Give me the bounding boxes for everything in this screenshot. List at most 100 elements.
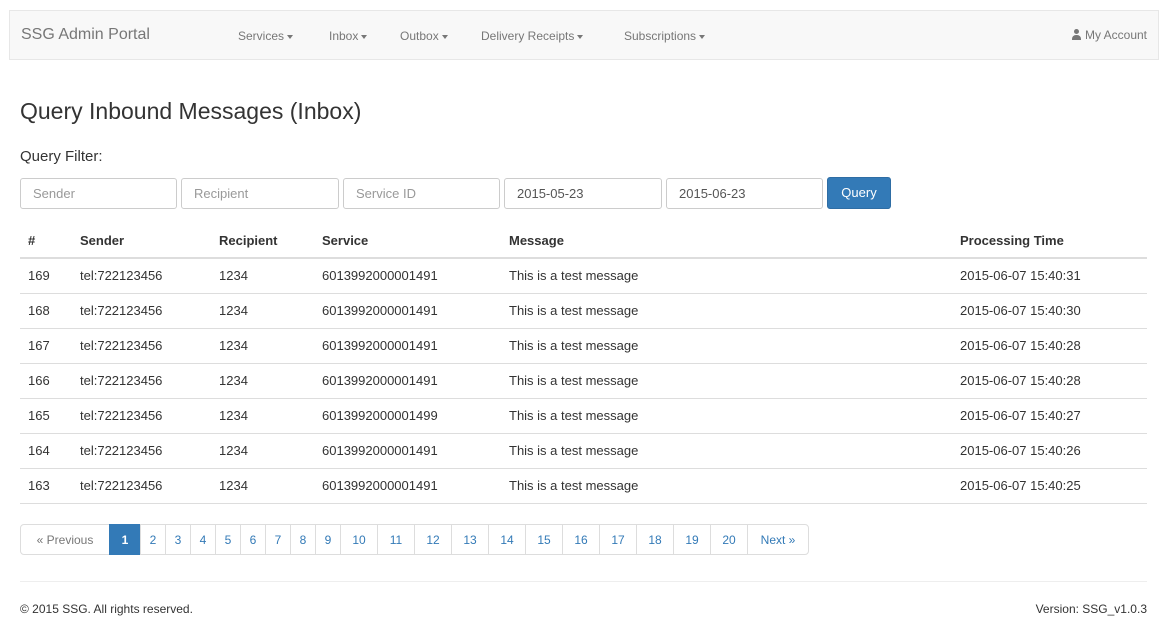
- nav-outbox-dropdown[interactable]: Outbox: [400, 29, 448, 43]
- page-5-button[interactable]: 5: [215, 524, 241, 555]
- caret-down-icon: [699, 34, 706, 39]
- cell-number: 165: [28, 408, 50, 423]
- cell-message: This is a test message: [509, 268, 639, 283]
- cell-recipient: 1234: [219, 338, 248, 353]
- cell-recipient: 1234: [219, 268, 248, 283]
- page-2-button[interactable]: 2: [140, 524, 166, 555]
- page-14-button[interactable]: 14: [488, 524, 526, 555]
- cell-sender: tel:722123456: [80, 408, 163, 423]
- cell-sender: tel:722123456: [80, 443, 163, 458]
- caret-down-icon: [577, 34, 584, 39]
- cell-processing-time: 2015-06-07 15:40:26: [960, 443, 1081, 458]
- cell-processing-time: 2015-06-07 15:40:31: [960, 268, 1081, 283]
- query-button[interactable]: Query: [827, 177, 891, 209]
- my-account-link[interactable]: My Account: [1071, 28, 1147, 42]
- cell-service: 6013992000001491: [322, 443, 438, 458]
- cell-processing-time: 2015-06-07 15:40:28: [960, 338, 1081, 353]
- cell-recipient: 1234: [219, 408, 248, 423]
- nav-inbox-label: Inbox: [329, 29, 359, 43]
- page-19-button[interactable]: 19: [673, 524, 711, 555]
- nav-subscriptions-dropdown[interactable]: Subscriptions: [624, 29, 706, 43]
- cell-recipient: 1234: [219, 443, 248, 458]
- nav-delivery-receipts-dropdown[interactable]: Delivery Receipts: [481, 29, 584, 43]
- page-4-button[interactable]: 4: [190, 524, 216, 555]
- page-7-button[interactable]: 7: [265, 524, 291, 555]
- footer-divider: [20, 581, 1147, 582]
- cell-message: This is a test message: [509, 443, 639, 458]
- page-12-button[interactable]: 12: [414, 524, 452, 555]
- recipient-input[interactable]: [181, 178, 339, 209]
- cell-service: 6013992000001491: [322, 268, 438, 283]
- page-13-button[interactable]: 13: [451, 524, 489, 555]
- cell-message: This is a test message: [509, 303, 639, 318]
- cell-recipient: 1234: [219, 373, 248, 388]
- page-20-button[interactable]: 20: [710, 524, 748, 555]
- cell-service: 6013992000001491: [322, 478, 438, 493]
- previous-page-button[interactable]: « Previous: [20, 524, 110, 555]
- query-filter-label: Query Filter:: [20, 148, 103, 165]
- cell-number: 168: [28, 303, 50, 318]
- cell-sender: tel:722123456: [80, 373, 163, 388]
- next-page-button[interactable]: Next »: [747, 524, 809, 555]
- nav-delivery-receipts-label: Delivery Receipts: [481, 29, 575, 43]
- cell-recipient: 1234: [219, 303, 248, 318]
- header-recipient: Recipient: [219, 233, 278, 248]
- sender-input[interactable]: [20, 178, 177, 209]
- nav-outbox-label: Outbox: [400, 29, 439, 43]
- page-18-button[interactable]: 18: [636, 524, 674, 555]
- version-text: Version: SSG_v1.0.3: [1035, 602, 1147, 616]
- page-3-button[interactable]: 3: [165, 524, 191, 555]
- nav-services-label: Services: [238, 29, 285, 43]
- cell-number: 164: [28, 443, 50, 458]
- cell-recipient: 1234: [219, 478, 248, 493]
- table-row: 168 tel:722123456 1234 6013992000001491 This…: [20, 294, 1147, 329]
- page-6-button[interactable]: 6: [240, 524, 266, 555]
- table-row: 166 tel:722123456 1234 6013992000001491 This…: [20, 364, 1147, 399]
- cell-message: This is a test message: [509, 408, 639, 423]
- top-navbar: SSG Admin Portal Services Inbox Outbox D…: [9, 10, 1159, 60]
- cell-service: 6013992000001491: [322, 303, 438, 318]
- nav-inbox-dropdown[interactable]: Inbox: [329, 29, 368, 43]
- copyright-text: © 2015 SSG. All rights reserved.: [20, 602, 193, 616]
- page-1-button[interactable]: 1: [109, 524, 141, 555]
- service-id-input[interactable]: [343, 178, 500, 209]
- cell-message: This is a test message: [509, 478, 639, 493]
- cell-service: 6013992000001491: [322, 338, 438, 353]
- caret-down-icon: [361, 34, 368, 39]
- end-date-input[interactable]: [666, 178, 823, 209]
- page-8-button[interactable]: 8: [290, 524, 316, 555]
- header-message: Message: [509, 233, 564, 248]
- page-17-button[interactable]: 17: [599, 524, 637, 555]
- cell-sender: tel:722123456: [80, 478, 163, 493]
- table-row: 164 tel:722123456 1234 6013992000001491 This…: [20, 434, 1147, 469]
- page-9-button[interactable]: 9: [315, 524, 341, 555]
- header-service: Service: [322, 233, 369, 248]
- user-icon: [1071, 29, 1082, 40]
- page-16-button[interactable]: 16: [562, 524, 600, 555]
- header-number: #: [28, 233, 36, 248]
- cell-message: This is a test message: [509, 373, 639, 388]
- cell-processing-time: 2015-06-07 15:40:27: [960, 408, 1081, 423]
- cell-sender: tel:722123456: [80, 268, 163, 283]
- cell-sender: tel:722123456: [80, 338, 163, 353]
- cell-message: This is a test message: [509, 338, 639, 353]
- nav-services-dropdown[interactable]: Services: [238, 29, 294, 43]
- cell-processing-time: 2015-06-07 15:40:28: [960, 373, 1081, 388]
- page-10-button[interactable]: 10: [340, 524, 378, 555]
- page-15-button[interactable]: 15: [525, 524, 563, 555]
- table-row: 165 tel:722123456 1234 6013992000001499 This…: [20, 399, 1147, 434]
- cell-processing-time: 2015-06-07 15:40:30: [960, 303, 1081, 318]
- brand-link[interactable]: SSG Admin Portal: [21, 26, 150, 44]
- inbox-table: # Sender Recipient Service Message Proce…: [20, 224, 1147, 504]
- table-header: # Sender Recipient Service Message Proce…: [20, 224, 1147, 259]
- cell-processing-time: 2015-06-07 15:40:25: [960, 478, 1081, 493]
- caret-down-icon: [287, 34, 294, 39]
- header-processing-time: Processing Time: [960, 233, 1064, 248]
- nav-subscriptions-label: Subscriptions: [624, 29, 697, 43]
- page-11-button[interactable]: 11: [377, 524, 415, 555]
- cell-service: 6013992000001499: [322, 408, 438, 423]
- cell-number: 166: [28, 373, 50, 388]
- start-date-input[interactable]: [504, 178, 662, 209]
- cell-number: 169: [28, 268, 50, 283]
- caret-down-icon: [441, 34, 448, 39]
